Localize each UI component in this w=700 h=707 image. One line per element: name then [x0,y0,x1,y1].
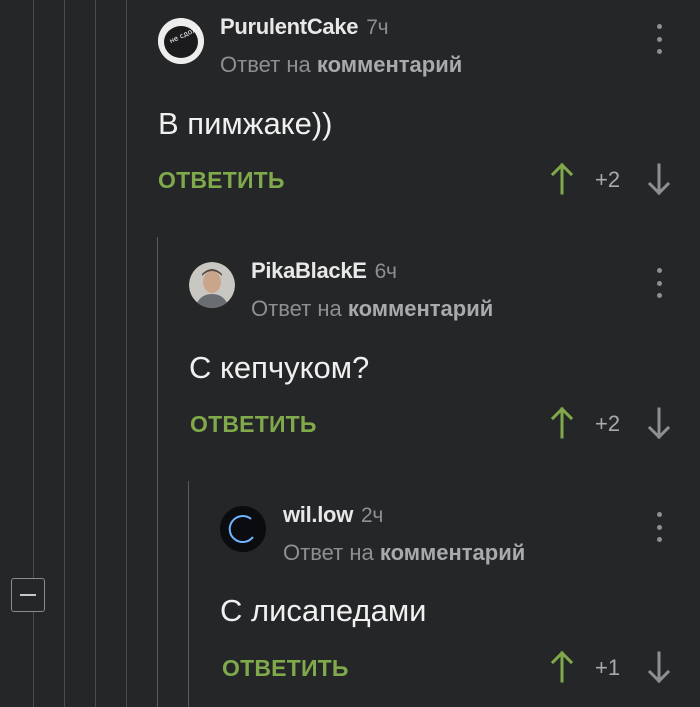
reply-to-link[interactable]: комментарий [380,540,525,565]
reply-button[interactable]: ОТВЕТИТЬ [222,655,349,682]
reply-to-label: Ответ на комментарий [283,540,526,565]
comment: wil.low 2ч Ответ на комментарий С лисапед… [0,0,700,707]
avatar[interactable] [220,506,266,552]
score: +1 [595,655,621,680]
comment-text: С лисапедами [220,593,427,628]
username[interactable]: wil.low 2ч [283,502,383,528]
more-vert-icon[interactable] [654,512,664,542]
arrow-up-icon[interactable] [551,651,573,683]
timestamp: 2ч [361,504,384,527]
arrow-down-icon[interactable] [648,651,670,683]
